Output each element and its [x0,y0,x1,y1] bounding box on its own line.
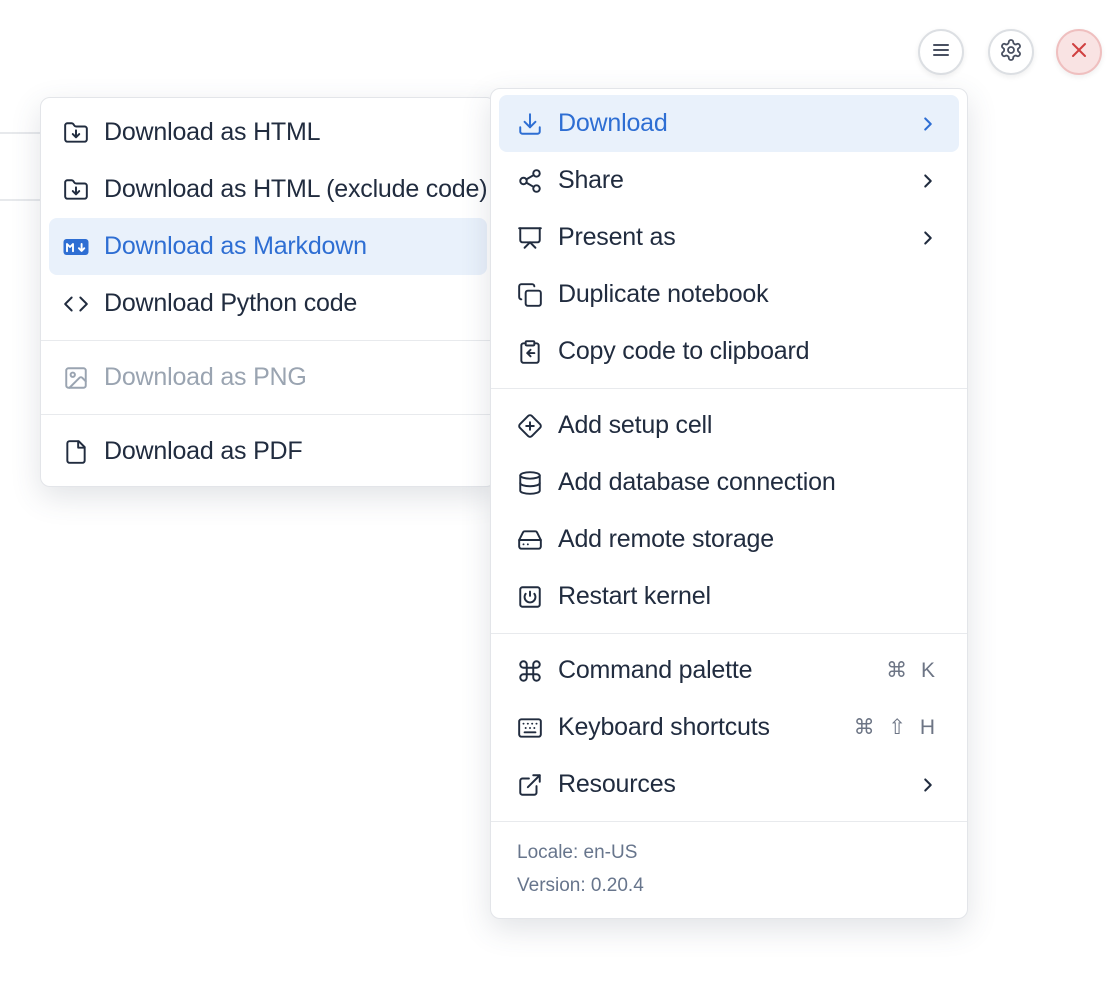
menu-item-label: Present as [558,223,917,252]
folder-download-icon [63,177,89,203]
presentation-icon [517,225,543,251]
locale-text: Locale: en-US [517,842,941,864]
version-text: Version: 0.20.4 [517,875,941,897]
submenu-item-label: Download as PNG [104,363,467,392]
submenu-item-download-html-exclude-code[interactable]: Download as HTML (exclude code) [49,161,487,218]
menu-item-copy-code[interactable]: Copy code to clipboard [499,323,959,380]
menu-button[interactable] [918,29,964,75]
menu-item-label: Restart kernel [558,582,939,611]
markdown-icon [63,234,89,260]
submenu-item-label: Download as HTML [104,118,467,147]
share-icon [517,168,543,194]
menu-item-add-remote-storage[interactable]: Add remote storage [499,511,959,568]
submenu-item-label: Download as HTML (exclude code) [104,175,487,204]
notebook-actions-menu: Download Share Present as Duplicate note… [490,88,968,919]
settings-button[interactable] [988,29,1034,75]
submenu-separator [41,340,495,341]
page-divider-line [0,132,41,134]
submenu-item-label: Download as PDF [104,437,467,466]
menu-item-keyboard-shortcuts[interactable]: Keyboard shortcuts ⌘ ⇧ H [499,699,959,756]
command-icon [517,658,543,684]
menu-item-label: Download [558,109,917,138]
image-icon [63,365,89,391]
submenu-separator [41,414,495,415]
menu-separator [491,633,967,634]
menu-item-command-palette[interactable]: Command palette ⌘ K [499,642,959,699]
shortcut-hint: ⌘ K [886,658,939,683]
menu-item-duplicate-notebook[interactable]: Duplicate notebook [499,266,959,323]
menu-item-download[interactable]: Download [499,95,959,152]
menu-item-label: Add remote storage [558,525,939,554]
close-icon [1067,38,1091,67]
menu-item-restart-kernel[interactable]: Restart kernel [499,568,959,625]
chevron-right-icon [917,113,939,135]
menu-item-label: Command palette [558,656,886,685]
menu-item-label: Share [558,166,917,195]
menu-item-label: Add setup cell [558,411,939,440]
code-icon [63,291,89,317]
submenu-item-download-markdown[interactable]: Download as Markdown [49,218,487,275]
menu-footer: Locale: en-US Version: 0.20.4 [491,830,967,912]
submenu-item-label: Download Python code [104,289,467,318]
download-icon [517,111,543,137]
hard-drive-icon [517,527,543,553]
menu-separator [491,821,967,822]
external-link-icon [517,772,543,798]
menu-item-label: Resources [558,770,917,799]
menu-item-add-database-connection[interactable]: Add database connection [499,454,959,511]
hamburger-icon [929,38,953,67]
submenu-item-download-png[interactable]: Download as PNG [49,349,487,406]
menu-item-present-as[interactable]: Present as [499,209,959,266]
menu-item-label: Copy code to clipboard [558,337,939,366]
power-icon [517,584,543,610]
clipboard-copy-icon [517,339,543,365]
close-button[interactable] [1056,29,1102,75]
menu-separator [491,388,967,389]
shortcut-hint: ⌘ ⇧ H [854,715,939,740]
duplicate-icon [517,282,543,308]
chevron-right-icon [917,170,939,192]
chevron-right-icon [917,227,939,249]
menu-item-add-setup-cell[interactable]: Add setup cell [499,397,959,454]
diamond-plus-icon [517,413,543,439]
download-submenu: Download as HTML Download as HTML (exclu… [40,97,496,487]
menu-item-label: Keyboard shortcuts [558,713,854,742]
gear-icon [999,38,1023,67]
submenu-item-download-python-code[interactable]: Download Python code [49,275,487,332]
menu-item-label: Add database connection [558,468,939,497]
page-divider-line [0,199,41,201]
database-icon [517,470,543,496]
submenu-item-download-pdf[interactable]: Download as PDF [49,423,487,480]
menu-item-label: Duplicate notebook [558,280,939,309]
file-icon [63,439,89,465]
keyboard-icon [517,715,543,741]
menu-item-share[interactable]: Share [499,152,959,209]
folder-download-icon [63,120,89,146]
submenu-item-download-html[interactable]: Download as HTML [49,104,487,161]
chevron-right-icon [917,774,939,796]
submenu-item-label: Download as Markdown [104,232,467,261]
menu-item-resources[interactable]: Resources [499,756,959,813]
